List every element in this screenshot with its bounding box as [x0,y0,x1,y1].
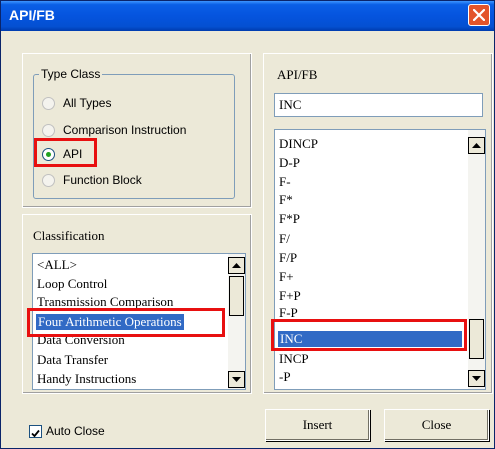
auto-close-checkbox[interactable] [29,425,42,438]
window-title: API/FB [9,7,55,23]
insert-button[interactable]: Insert [265,409,370,441]
classification-list[interactable]: <ALL> Loop Control Transmission Comparis… [32,253,246,390]
scroll-up-button[interactable] [468,137,485,154]
list-item[interactable]: F/ [279,231,290,247]
scroll-up-button[interactable] [228,257,245,274]
radio-comparison-instruction[interactable] [42,124,55,137]
auto-close-label: Auto Close [46,424,105,438]
list-item[interactable]: F+ [279,269,294,285]
list-item[interactable]: Transmission Comparison [37,294,173,310]
list-item[interactable]: F+P [279,288,301,304]
list-item[interactable]: <ALL> [37,257,77,273]
list-item[interactable]: F*P [279,211,300,227]
radio-comparison-instruction-label: Comparison Instruction [63,123,187,137]
scroll-thumb[interactable] [469,319,484,359]
api-fb-label: API/FB [277,67,318,82]
radio-api-label: API [63,147,83,161]
title-bar[interactable]: API/FB [1,1,494,31]
radio-api[interactable] [42,148,55,161]
list-item[interactable]: F* [279,192,293,208]
arrow-down-icon [472,376,481,381]
close-window-button[interactable] [468,4,490,26]
list-item[interactable]: D-P [279,155,300,171]
close-button[interactable]: Close [384,409,489,441]
classification-scrollbar[interactable] [228,254,245,389]
radio-all-types[interactable] [42,97,55,110]
api-fb-scrollbar[interactable] [468,130,485,389]
scroll-thumb[interactable] [229,276,244,316]
list-item[interactable]: F-P [279,305,298,321]
api-fb-dialog: API/FB Type Class All Types Comparison I… [0,0,495,449]
list-item[interactable]: -P [279,369,291,385]
list-item[interactable]: Handy Instructions [37,371,136,387]
scroll-down-button[interactable] [228,371,245,388]
arrow-down-icon [232,377,241,382]
list-item[interactable]: Loop Control [37,276,107,292]
list-item-selected[interactable]: Four Arithmetic Operations [36,314,184,330]
list-item[interactable]: DINCP [279,136,318,152]
radio-function-block[interactable] [42,174,55,187]
radio-function-block-label: Function Block [63,173,142,187]
checkmark-icon [31,429,40,438]
arrow-up-icon [472,143,481,148]
close-icon [473,9,485,21]
scroll-down-button[interactable] [468,370,485,387]
list-item[interactable]: INCP [279,351,309,367]
list-item[interactable]: Data Transfer [37,352,108,368]
api-fb-input[interactable]: INC [274,93,483,117]
api-fb-list[interactable]: DINCP D-P F- F* F*P F/ F/P F+ F+P F-P IN… [274,129,486,390]
arrow-up-icon [232,263,241,268]
type-class-legend: Type Class [39,67,103,81]
classification-label: Classification [33,228,105,243]
radio-all-types-label: All Types [63,96,112,110]
list-item-selected[interactable]: INC [278,331,462,347]
list-item[interactable]: Data Conversion [37,332,125,348]
list-item[interactable]: F- [279,174,291,190]
list-item[interactable]: F/P [279,250,297,266]
